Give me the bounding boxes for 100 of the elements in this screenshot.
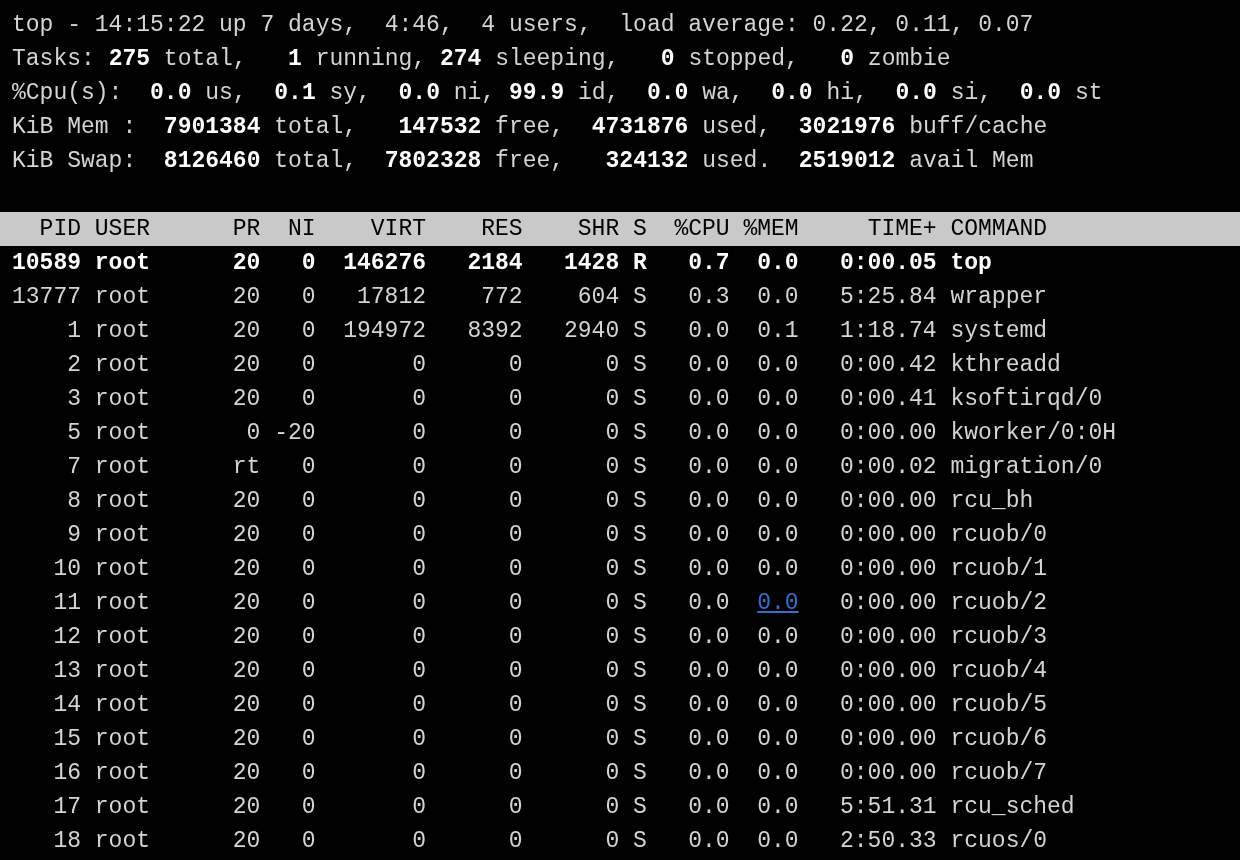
table-cell-text: 0 [508,419,523,448]
table-cell-text: 0 [605,521,620,550]
table-cell-text: 0 [605,453,620,482]
table-cell-text: 0 [301,453,316,482]
table-cell-text: 0.0 [757,249,799,278]
table-cell-text: 0 [301,725,316,754]
table-cell-text: 0 [412,453,426,482]
table-cell-text: 0.0 [757,555,799,584]
table-cell-text: 0:00.00 [840,691,937,720]
table-cell-text: 0 [508,589,523,618]
table-cell-text: S [633,385,647,414]
table-cell-text: root [94,691,150,720]
table-cell-text: 0 [301,317,316,346]
table-cell-text: 13 [53,657,81,686]
table-cell-text: kworker/0:0H [950,419,1117,448]
table-link[interactable]: 0.0 [757,586,799,620]
table-cell-text: 0 [301,521,316,550]
table-cell-text: 0 [412,521,426,550]
table-cell-text: rcuob/6 [950,725,1048,754]
table-cell-text: -20 [274,419,316,448]
table-cell-text: migration/0 [950,453,1103,482]
table-cell-text: root [94,759,150,788]
table-cell-text: root [94,725,150,754]
table-cell-text: 0 [508,827,523,856]
summary-line: Tasks: 275 total, 1 running, 274 sleeping, 0 stopped, 0 zombie [12,45,951,74]
table-cell-text: rcu_sched [950,793,1075,822]
table-cell-text: root [94,487,150,516]
table-cell-text: 0.0 [688,351,730,380]
table-cell-text: 0 [508,725,523,754]
table-cell-text: root [94,793,150,822]
table-cell-text: 0 [412,589,426,618]
table-cell-text: 20 [232,385,261,414]
table-cell-text: 0 [605,589,620,618]
table-cell-text: 0.0 [757,487,799,516]
table-cell-text: 0 [301,589,316,618]
table-cell-text: 772 [481,283,523,312]
table-cell-text: root [94,657,150,686]
table-cell-text: 0.0 [688,793,730,822]
table-cell-text: 0 [508,691,523,720]
table-cell-text: 0.0 [757,691,799,720]
table-cell-text: 10589 [12,249,81,278]
table-cell-text: 0.0 [757,623,799,652]
table-cell-text: 0 [301,623,316,652]
table-cell-text: S [633,657,647,686]
table-cell-text: 0 [412,487,426,516]
table-cell-text: 0.0 [757,351,799,380]
table-cell-text: 2 [67,351,81,380]
table-cell-text: 2184 [467,249,523,278]
table-cell-text: root [94,623,150,652]
table-cell-text: 0 [301,793,316,822]
column-header: %CPU [674,215,730,244]
table-cell-text: 0 [605,691,620,720]
table-cell-text: 0 [412,759,426,788]
table-cell-text: rcuob/3 [950,623,1048,652]
table-cell-text: 0.0 [757,759,799,788]
table-cell-text: 0 [508,759,523,788]
table-cell-text: S [633,453,647,482]
table-cell-text: 13777 [12,283,81,312]
table-cell-text: 0 [301,487,316,516]
column-header: VIRT [370,215,426,244]
table-cell-text: 0 [605,351,620,380]
table-cell-text: 0.0 [757,385,799,414]
table-cell-text: 0 [508,793,523,822]
column-header: RES [481,215,523,244]
table-cell-text: 0.0 [688,453,730,482]
table-cell-text: rcuob/0 [950,521,1048,550]
table-cell-text: S [633,827,647,856]
table-cell-text: 8392 [467,317,523,346]
table-cell-text: 20 [232,351,261,380]
table-cell-text: 20 [232,827,261,856]
table-cell-text: 15 [53,725,81,754]
table-cell-text: 0.0 [757,657,799,686]
table-cell-text: 0.0 [688,521,730,550]
table-cell-text: 0 [605,555,620,584]
table-cell-text: 16 [53,759,81,788]
table-cell-text: 0:00.41 [840,385,937,414]
table-cell-text: 0.0 [688,317,730,346]
table-cell-text: R [633,249,647,278]
column-header: USER [94,215,150,244]
table-cell-text: 0:00.00 [840,487,937,516]
table-cell-text: 1:18.74 [840,317,937,346]
table-cell-text: 20 [232,793,261,822]
table-cell-text: 5:25.84 [840,283,937,312]
table-cell-text: 0 [301,283,316,312]
table-cell-text: 20 [232,725,261,754]
table-cell-text: kthreadd [950,351,1061,380]
table-cell-text: S [633,589,647,618]
table-cell-text: 0 [301,827,316,856]
table-cell-text: 0 [412,827,426,856]
table-cell-text: 20 [232,249,261,278]
table-cell-text: S [633,521,647,550]
table-cell-text: 0.0 [757,725,799,754]
table-cell-text: 1428 [564,249,620,278]
table-cell-text: rcuob/4 [950,657,1048,686]
table-cell-text: 0 [605,657,620,686]
column-header: %MEM [743,215,799,244]
table-cell-text: 0 [605,827,620,856]
table-cell-text: 20 [232,317,261,346]
table-cell-text: root [94,827,150,856]
table-cell-text: 604 [577,283,620,312]
